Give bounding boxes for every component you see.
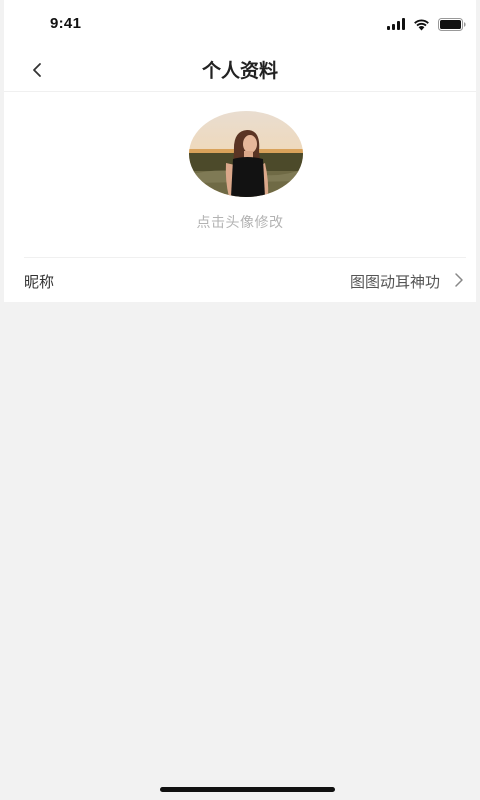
nickname-row[interactable]: 昵称 图图动耳神功 — [4, 258, 476, 302]
avatar[interactable] — [189, 111, 303, 197]
home-indicator — [160, 787, 335, 792]
status-time: 9:41 — [50, 15, 82, 32]
avatar-edit-hint: 点击头像修改 — [196, 215, 284, 231]
page-title: 个人资料 — [201, 60, 278, 82]
chevron-right-icon — [455, 273, 463, 287]
battery-icon — [438, 17, 466, 31]
screen: 9:41 个人资料 点击头像修改 昵称 图图动耳神功 — [0, 0, 480, 800]
nickname-label: 昵称 — [24, 273, 55, 291]
cellular-signal-icon — [387, 18, 405, 30]
nickname-value: 图图动耳神功 — [349, 273, 440, 291]
status-icons — [387, 16, 466, 32]
wifi-icon — [413, 18, 430, 31]
profile-card: 9:41 个人资料 点击头像修改 昵称 图图动耳神功 — [4, 0, 476, 302]
status-bar: 9:41 — [4, 0, 476, 50]
navigation-bar: 个人资料 — [4, 46, 476, 92]
